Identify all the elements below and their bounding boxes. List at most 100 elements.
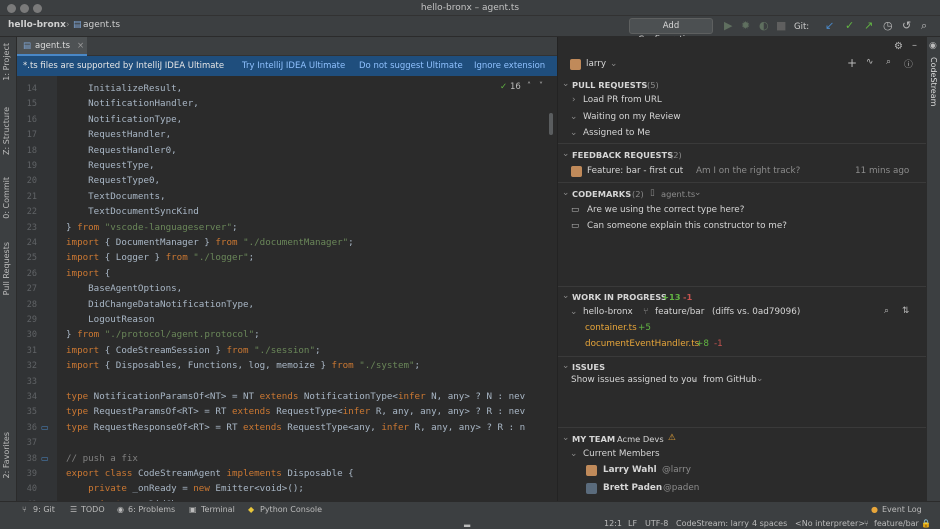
activity-icon[interactable]: ∿ (866, 57, 873, 67)
editor-tab-agent-ts[interactable]: ▤ agent.ts × (17, 37, 87, 56)
chevron-down-icon[interactable]: ⌄ (570, 112, 577, 122)
code-line[interactable]: type NotificationParamsOf<NT> = NT exten… (66, 391, 525, 402)
plus-icon[interactable]: + (847, 56, 857, 70)
chevron-down-icon[interactable]: ⌄ (756, 374, 763, 384)
chevron-down-icon[interactable]: ˅ (539, 81, 543, 90)
wip-file-name[interactable]: container.ts (585, 323, 637, 333)
code-line[interactable]: TextDocumentSyncKind (66, 206, 199, 217)
chevron-down-icon[interactable]: ⌄ (570, 449, 577, 459)
coverage-icon[interactable]: ◐ (759, 19, 769, 33)
chevron-down-icon[interactable]: ⌄ (610, 59, 617, 69)
tool-tab-pull-requests[interactable]: Pull Requests (2, 242, 11, 295)
tool-problems[interactable]: 6: Problems (128, 505, 175, 514)
team-group[interactable]: Current Members (583, 449, 660, 459)
chevron-down-icon[interactable]: ⌄ (562, 149, 569, 159)
code-line[interactable]: RequestType0, (66, 175, 160, 186)
chevron-down-icon[interactable]: ⌄ (562, 188, 569, 198)
git-push-icon[interactable]: ↗ (864, 19, 873, 33)
code-line[interactable]: type RequestParamsOf<RT> = RT extends Re… (66, 406, 525, 417)
code-line[interactable]: import { CodeStreamSession } from "./ses… (66, 345, 321, 356)
close-tab-icon[interactable]: × (77, 37, 84, 55)
code-line[interactable]: import { Logger } from "./logger"; (66, 252, 254, 263)
debug-icon[interactable]: ✹ (741, 19, 750, 33)
minimize-window-button[interactable] (20, 4, 29, 13)
tool-tab-project[interactable]: 1: Project (2, 43, 11, 81)
search-icon[interactable]: ⌕ (884, 306, 889, 316)
chevron-down-icon[interactable]: ⌄ (562, 291, 569, 301)
feedback-item-description[interactable]: Am I on the right track? (696, 166, 800, 176)
code-line[interactable]: import { Disposables, Functions, log, me… (66, 360, 420, 371)
team-member-name[interactable]: Larry Wahl (603, 465, 657, 475)
team-member-name[interactable]: Brett Paden (603, 483, 662, 493)
code-line[interactable]: RequestType, (66, 160, 154, 171)
ignore-extension-link[interactable]: Ignore extension (474, 56, 545, 76)
pull-requests-header[interactable]: PULL REQUESTS (572, 80, 647, 90)
stop-icon[interactable]: ■ (776, 19, 786, 33)
search-icon[interactable]: ⌕ (886, 57, 891, 67)
wip-branch[interactable]: feature/bar (655, 307, 704, 317)
indent-setting[interactable]: 4 spaces (752, 519, 787, 528)
codemark-item[interactable]: Are we using the correct type here? (587, 205, 744, 215)
tool-tab-structure[interactable]: Z: Structure (2, 107, 11, 155)
current-user[interactable]: larry (586, 59, 606, 69)
breadcrumb-project[interactable]: hello-bronx (8, 20, 66, 30)
code-line[interactable]: import { (66, 268, 110, 279)
code-line[interactable]: } from "./protocol/agent.protocol"; (66, 329, 260, 340)
inspection-count[interactable]: 16 (510, 82, 521, 92)
code-line[interactable]: TextDocuments, (66, 191, 165, 202)
rollback-icon[interactable]: ↺ (902, 19, 911, 33)
feedback-requests-header[interactable]: FEEDBACK REQUESTS (572, 150, 673, 160)
tool-terminal[interactable]: Terminal (201, 505, 235, 514)
tool-python-console[interactable]: Python Console (260, 505, 322, 514)
comment-marker-icon[interactable]: ▭ (41, 423, 49, 432)
tool-git[interactable]: 9: Git (33, 505, 55, 514)
warning-icon[interactable]: ⚠ (668, 433, 676, 443)
chevron-down-icon[interactable]: ⌄ (570, 128, 577, 138)
issues-header[interactable]: ISSUES (572, 362, 605, 372)
code-line[interactable]: BaseAgentOptions, (66, 283, 182, 294)
chevron-down-icon[interactable]: ⌄ (562, 361, 569, 371)
chevron-down-icon[interactable]: ⌄ (694, 188, 701, 198)
gear-icon[interactable]: ⚙ (894, 41, 903, 52)
wip-repo[interactable]: hello-bronx (583, 307, 633, 317)
run-icon[interactable]: ▶ (724, 19, 732, 33)
code-line[interactable]: type RequestResponseOf<RT> = RT extends … (66, 422, 525, 433)
chevron-up-icon[interactable]: ˄ (527, 81, 531, 90)
issues-filter[interactable]: Show issues assigned to you (571, 375, 697, 385)
interpreter-setting[interactable]: <No interpreter> (795, 519, 865, 528)
code-line[interactable]: NotificationHandler, (66, 98, 199, 109)
lock-icon[interactable]: 🔒 (921, 519, 931, 528)
codemarks-header[interactable]: CODEMARKS (572, 189, 631, 199)
code-line[interactable]: RequestHandler0, (66, 145, 177, 156)
git-update-icon[interactable]: ↙ (825, 19, 834, 33)
code-line[interactable]: } from "vscode-languageserver"; (66, 222, 238, 233)
close-window-button[interactable] (7, 4, 16, 13)
breadcrumb-file[interactable]: agent.ts (83, 20, 120, 30)
issues-source[interactable]: from GitHub (703, 375, 757, 385)
code-line[interactable]: private _onReady = new Emitter<void>(); (66, 483, 304, 494)
add-configuration-button[interactable]: Add Configuration... (629, 18, 713, 45)
codemark-item[interactable]: Can someone explain this constructor to … (587, 221, 787, 231)
tool-event-log[interactable]: Event Log (882, 505, 922, 514)
wip-file-name[interactable]: documentEventHandler.ts (585, 339, 699, 349)
file-encoding[interactable]: UTF-8 (645, 519, 668, 528)
pr-assigned-to-me[interactable]: Assigned to Me (583, 128, 650, 138)
code-line[interactable]: export class CodeStreamAgent implements … (66, 468, 354, 479)
history-icon[interactable]: ◷ (883, 19, 893, 33)
chevron-down-icon[interactable]: ⌄ (570, 307, 577, 317)
codestream-status[interactable]: CodeStream: larry (676, 519, 749, 528)
search-everywhere-icon[interactable]: ⌕ (921, 19, 927, 33)
editor-scrollbar-thumb[interactable] (549, 113, 553, 135)
try-ultimate-link[interactable]: Try IntelliJ IDEA Ultimate (242, 56, 345, 76)
code-line[interactable]: InitializeResult, (66, 83, 182, 94)
pr-waiting-on-review[interactable]: Waiting on my Review (583, 112, 681, 122)
tool-tab-codestream[interactable]: CodeStream (929, 57, 938, 106)
do-not-suggest-link[interactable]: Do not suggest Ultimate (359, 56, 463, 76)
inspection-ok-icon[interactable]: ✓ (500, 82, 507, 92)
code-line[interactable]: // push a fix (66, 453, 138, 464)
line-separator[interactable]: LF (628, 519, 637, 528)
tool-tab-commit[interactable]: 0: Commit (2, 177, 11, 219)
tool-tab-favorites[interactable]: 2: Favorites (2, 432, 11, 478)
current-branch[interactable]: feature/bar (874, 519, 919, 528)
tool-todo[interactable]: TODO (81, 505, 105, 514)
